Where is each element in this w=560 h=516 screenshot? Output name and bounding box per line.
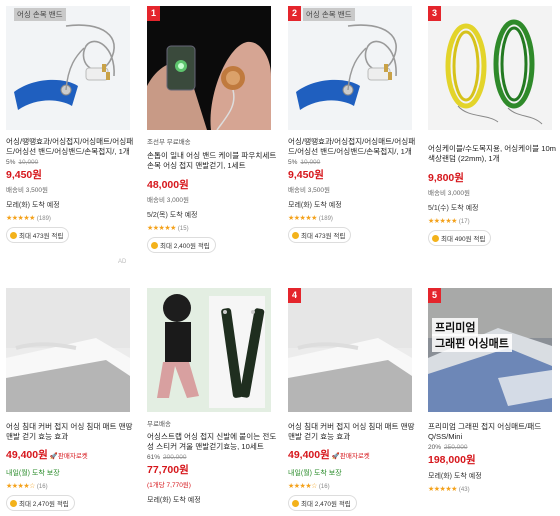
product-tag: 어싱 손목 밴드 <box>14 8 66 21</box>
unit-price: (1개당 7,770원) <box>147 482 191 489</box>
rank-badge: 5 <box>428 288 441 303</box>
product-price: 48,000원 <box>147 179 189 191</box>
rating-stars: ★★★★☆ (16) <box>6 483 48 490</box>
product-card[interactable]: 3 어싱케이블/수도목지용, 어싱케이블 10m 색상랜덤 (22mm), 1개… <box>428 6 560 246</box>
delivery-date: 내일(월) 도착 보장 <box>288 470 342 477</box>
rating-stars: ★★★★★ (189) <box>288 215 333 222</box>
rank-badge: 2 <box>288 6 301 21</box>
product-title[interactable]: 프리미엄 그래핀 접지 어싱매트/패드 Q/SS/Mini <box>428 422 558 442</box>
reward-badge: 최대 473원 적립 <box>288 227 352 243</box>
product-image[interactable]: 1 <box>147 6 271 130</box>
product-price: 77,700원 <box>147 464 189 476</box>
product-image[interactable] <box>6 288 130 412</box>
cable-coil-image <box>445 19 543 125</box>
product-title[interactable]: 손톱이 일내 어싱 밴드 케이블 파우치세트 손목 어싱 접지 맨발걷기, 1세… <box>147 151 277 171</box>
delivery-date: 5/2(목) 도착 예정 <box>147 212 198 219</box>
product-card[interactable]: 무료배송 어싱스트랩 어싱 접지 신발에 붙이는 전도성 스티커 겨울 맨발걷기… <box>147 288 281 505</box>
reward-badge: 최대 2,400원 적립 <box>147 237 216 253</box>
discount: 20% 250,000 <box>428 444 468 451</box>
product-image[interactable]: 어싱 손목 밴드 <box>6 6 130 130</box>
product-image[interactable]: 3 <box>428 6 552 130</box>
seller-rocket-badge: 🚀판매자로켓 <box>49 453 88 460</box>
product-image[interactable] <box>147 288 271 412</box>
grounding-band-image <box>296 24 397 110</box>
reward-badge: 최대 2,470원 적립 <box>6 495 75 511</box>
shipping-fee: 배송비 3,500원 <box>6 187 48 194</box>
product-price: 198,000원 <box>428 454 476 466</box>
rank-badge: 1 <box>147 6 160 21</box>
reward-badge: 최대 2,470원 적립 <box>288 495 357 511</box>
product-title[interactable]: 어싱 침대 커버 접지 어싱 침대 매트 맨땅 맨발 걷기 효능 효과 <box>6 422 136 442</box>
product-title[interactable]: 어싱/땡땡효과/어싱접지/어싱매트/어싱패드/어싱선 밴드/어싱밴드/손목접지/… <box>6 137 136 157</box>
discount: 5% 10,000 <box>6 159 39 166</box>
delivery-date: 5/1(수) 도착 예정 <box>428 205 479 212</box>
product-image[interactable]: 4 <box>288 288 412 412</box>
coin-icon <box>10 500 17 507</box>
rank-badge: 3 <box>428 6 441 21</box>
discount: 61% 200,000 <box>147 454 187 461</box>
coin-icon <box>292 500 299 507</box>
product-card[interactable]: 5 프리미엄 그래핀 어싱매트 프리미엄 그래핀 접지 어싱매트/패드 Q/SS… <box>428 288 560 493</box>
seller-rocket-badge: 🚀판매자로켓 <box>331 453 370 460</box>
product-card[interactable]: 어싱 침대 커버 접지 어싱 침대 매트 맨땅 맨발 걷기 효능 효과 49,4… <box>6 288 140 511</box>
shipping-fee: 배송비 3,000원 <box>428 190 470 197</box>
product-card[interactable]: 어싱 손목 밴드 어싱/땡땡효과/어싱접지/어싱매트/어싱패드/어싱선 밴드/어… <box>6 6 140 243</box>
delivery-date: 모레(화) 도착 예정 <box>428 473 482 480</box>
product-tag: 어싱 손목 밴드 <box>303 8 355 21</box>
bed-mat-image <box>288 288 412 412</box>
product-title[interactable]: 어싱/땡땡효과/어싱접지/어싱매트/어싱패드/어싱선 밴드/어싱밴드/손목접지/… <box>288 137 418 157</box>
rating-stars: ★★★★★ (17) <box>428 218 470 225</box>
delivery-date: 모레(화) 도착 예정 <box>147 497 201 504</box>
coin-icon <box>10 232 17 239</box>
rating-stars: ★★★★☆ (16) <box>288 483 330 490</box>
product-image[interactable]: 5 프리미엄 그래핀 어싱매트 <box>428 288 552 412</box>
product-card[interactable]: 1 조선부 무료배송 손톱이 일내 어싱 밴드 케이블 파우치세트 손목 어싱 … <box>147 6 281 253</box>
ad-label: AD <box>118 259 127 265</box>
earthing-strap-image <box>157 294 265 408</box>
bed-mat-image <box>6 288 130 412</box>
earthing-device-image <box>147 41 271 130</box>
coin-icon <box>432 235 439 242</box>
delivery-date: 모레(화) 도착 예정 <box>288 202 342 209</box>
product-card[interactable]: 4 어싱 침대 커버 접지 어싱 침대 매트 맨땅 맨발 걷기 효능 효과 49… <box>288 288 422 511</box>
product-price: 9,450원 <box>288 169 324 181</box>
rating-stars: ★★★★★ (43) <box>428 486 470 493</box>
shipping-fee: 배송비 3,000원 <box>147 197 189 204</box>
reward-badge: 최대 490원 적립 <box>428 230 492 246</box>
grounding-band-image <box>14 24 115 110</box>
seller-label: 조선부 무료배송 <box>147 139 191 146</box>
product-title[interactable]: 어싱스트랩 어싱 접지 신발에 붙이는 전도성 스티커 겨울 맨발걷기효능, 1… <box>147 432 277 452</box>
delivery-date: 내일(월) 도착 보장 <box>6 470 60 477</box>
product-title[interactable]: 어싱 침대 커버 접지 어싱 침대 매트 맨땅 맨발 걷기 효능 효과 <box>288 422 418 442</box>
product-card[interactable]: 2 어싱 손목 밴드 어싱/땡땡효과/어싱접지/어싱매트/어싱패드/어싱선 밴드… <box>288 6 422 243</box>
product-image[interactable]: 2 어싱 손목 밴드 <box>288 6 412 130</box>
product-price: 9,450원 <box>6 169 42 181</box>
image-caption: 그래핀 어싱매트 <box>432 334 512 352</box>
product-price: 49,400원 🚀판매자로켓 <box>6 449 88 461</box>
seller-label: 무료배송 <box>147 421 171 428</box>
rating-stars: ★★★★★ (189) <box>6 215 51 222</box>
reward-badge: 최대 473원 적립 <box>6 227 70 243</box>
delivery-date: 모레(화) 도착 예정 <box>6 202 60 209</box>
coin-icon <box>292 232 299 239</box>
coin-icon <box>151 242 158 249</box>
rating-stars: ★★★★★ (15) <box>147 225 189 232</box>
product-title[interactable]: 어싱케이블/수도목지용, 어싱케이블 10m 색상랜덤 (22mm), 1개 <box>428 144 558 164</box>
shipping-fee: 배송비 3,500원 <box>288 187 330 194</box>
product-price: 49,400원 🚀판매자로켓 <box>288 449 370 461</box>
discount: 5% 10,000 <box>288 159 321 166</box>
product-price: 9,800원 <box>428 172 464 184</box>
rank-badge: 4 <box>288 288 301 303</box>
